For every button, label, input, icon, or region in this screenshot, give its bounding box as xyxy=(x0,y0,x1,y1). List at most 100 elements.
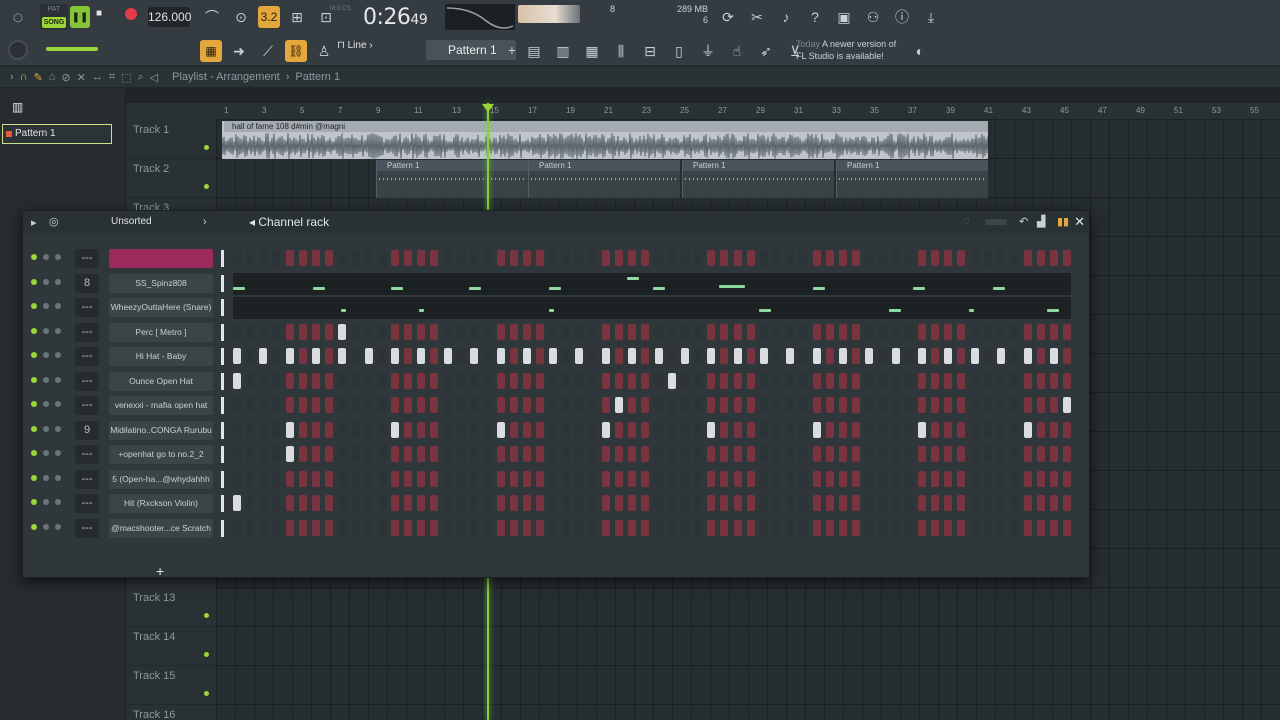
step-button[interactable] xyxy=(812,495,821,511)
step-button[interactable] xyxy=(456,421,465,438)
step-button[interactable] xyxy=(246,250,255,266)
stamp-icon[interactable]: ♙ xyxy=(312,40,336,62)
channel-controls[interactable] xyxy=(31,352,61,358)
step-button[interactable] xyxy=(878,446,887,462)
channel-controls[interactable] xyxy=(31,425,61,432)
step-button[interactable] xyxy=(825,495,834,511)
step-button[interactable] xyxy=(456,397,465,413)
step-button[interactable] xyxy=(246,323,255,340)
step-button[interactable] xyxy=(733,446,742,462)
step-button[interactable] xyxy=(562,519,571,536)
step-button[interactable] xyxy=(878,348,887,364)
step-button[interactable] xyxy=(838,446,847,462)
step-button[interactable] xyxy=(377,323,386,340)
track-header[interactable]: Track 13 xyxy=(126,588,216,627)
stop-button[interactable]: ■ xyxy=(96,8,102,19)
step-button[interactable] xyxy=(628,348,637,364)
step-button[interactable] xyxy=(878,397,887,413)
step-button[interactable] xyxy=(364,519,373,536)
step-button[interactable] xyxy=(430,470,439,487)
channel-select-indicator[interactable] xyxy=(221,348,224,365)
step-button[interactable] xyxy=(944,250,953,266)
step-button[interactable] xyxy=(852,519,860,536)
track-header[interactable]: Track 1 xyxy=(126,120,216,159)
arrow-right-icon[interactable]: ➜ xyxy=(227,40,251,62)
step-button[interactable] xyxy=(233,250,241,266)
step-button[interactable] xyxy=(773,250,782,266)
step-button[interactable] xyxy=(338,348,347,364)
step-button[interactable] xyxy=(720,446,729,462)
step-button[interactable] xyxy=(1023,348,1032,364)
channel-pan-knob[interactable] xyxy=(43,327,49,334)
step-button[interactable] xyxy=(707,348,716,364)
step-button[interactable] xyxy=(470,397,478,413)
step-button[interactable] xyxy=(364,348,373,364)
step-button[interactable] xyxy=(1062,397,1071,413)
step-button[interactable] xyxy=(641,323,650,340)
step-button[interactable] xyxy=(601,421,610,438)
channel-volume-knob[interactable] xyxy=(55,401,61,407)
step-button[interactable] xyxy=(825,372,834,389)
step-button[interactable] xyxy=(773,495,782,511)
step-button[interactable] xyxy=(1062,323,1071,340)
step-edit-icon[interactable]: ⊞ xyxy=(285,6,309,28)
step-button[interactable] xyxy=(364,470,373,487)
step-button[interactable] xyxy=(1049,397,1058,413)
step-button[interactable] xyxy=(259,250,268,266)
step-button[interactable] xyxy=(272,250,281,266)
step-button[interactable] xyxy=(1010,421,1019,438)
step-button[interactable] xyxy=(931,421,940,438)
step-button[interactable] xyxy=(496,495,505,511)
step-button[interactable] xyxy=(615,470,623,487)
step-button[interactable] xyxy=(746,519,755,536)
step-button[interactable] xyxy=(904,250,913,266)
step-button[interactable] xyxy=(786,470,795,487)
step-button[interactable] xyxy=(799,446,808,462)
filter-arrow-icon[interactable]: › xyxy=(203,216,207,228)
step-button[interactable] xyxy=(1036,446,1045,462)
step-button[interactable] xyxy=(601,495,610,511)
step-button[interactable] xyxy=(246,421,255,438)
step-button[interactable] xyxy=(878,323,887,340)
step-button[interactable] xyxy=(522,519,531,536)
menu-arrow-icon[interactable]: › xyxy=(10,71,14,83)
step-button[interactable] xyxy=(865,421,874,438)
step-button[interactable] xyxy=(641,470,650,487)
step-button[interactable] xyxy=(351,519,360,536)
step-button[interactable] xyxy=(904,470,913,487)
step-button[interactable] xyxy=(852,250,860,266)
step-button[interactable] xyxy=(246,495,255,511)
step-button[interactable] xyxy=(680,470,689,487)
step-button[interactable] xyxy=(970,372,979,389)
step-button[interactable] xyxy=(852,323,860,340)
step-button[interactable] xyxy=(667,348,676,364)
step-button[interactable] xyxy=(1049,250,1058,266)
step-button[interactable] xyxy=(1062,495,1071,511)
step-button[interactable] xyxy=(588,250,597,266)
step-button[interactable] xyxy=(311,421,320,438)
track-header[interactable]: Track 2 xyxy=(126,159,216,198)
step-button[interactable] xyxy=(812,470,821,487)
step-button[interactable] xyxy=(443,397,452,413)
step-button[interactable] xyxy=(588,470,597,487)
step-button[interactable] xyxy=(601,470,610,487)
step-button[interactable] xyxy=(456,446,465,462)
channel-controls[interactable] xyxy=(31,254,61,260)
step-button[interactable] xyxy=(667,519,676,536)
step-button[interactable] xyxy=(311,397,320,413)
channel-volume-knob[interactable] xyxy=(55,474,61,481)
channel-mixer-track[interactable]: --- xyxy=(75,445,99,464)
step-button[interactable] xyxy=(470,250,478,266)
step-button[interactable] xyxy=(1049,470,1058,487)
step-button[interactable] xyxy=(325,397,333,413)
step-button[interactable] xyxy=(865,495,874,511)
step-button[interactable] xyxy=(272,323,281,340)
step-button[interactable] xyxy=(535,495,544,511)
step-button[interactable] xyxy=(654,348,663,364)
step-button[interactable] xyxy=(997,421,1005,438)
step-button[interactable] xyxy=(404,250,413,266)
step-button[interactable] xyxy=(259,323,268,340)
step-button[interactable] xyxy=(259,446,268,462)
step-button[interactable] xyxy=(588,446,597,462)
step-button[interactable] xyxy=(259,397,268,413)
